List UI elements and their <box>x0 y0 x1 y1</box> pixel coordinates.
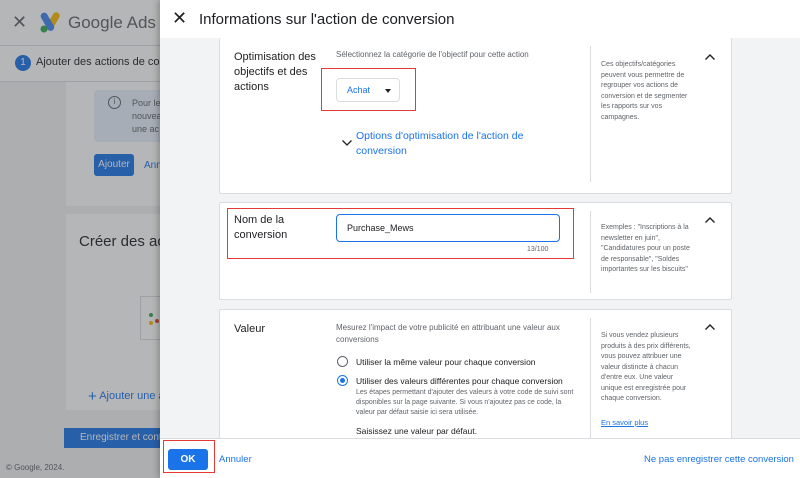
value-label: Valeur <box>234 323 265 335</box>
goal-section: Optimisation des objectifs et des action… <box>219 38 732 194</box>
name-label: Nom de la conversion <box>234 214 288 241</box>
dialog-header: ✕ Informations sur l'action de conversio… <box>160 0 800 38</box>
value-side-help: Si vous vendez plusieurs produits à des … <box>601 332 691 402</box>
same-value-radio[interactable] <box>337 356 348 367</box>
name-section: Nom de la conversion Purchase_Mews 13/10… <box>219 202 732 300</box>
default-value-label: Saisissez une valeur par défaut. <box>356 426 477 436</box>
goal-helper: Sélectionnez la catégorie de l'objectif … <box>336 50 529 59</box>
different-values-help: Les étapes permettant d'ajouter des vale… <box>356 389 574 416</box>
value-description: Mesurez l'impact de votre publicité en a… <box>336 323 560 344</box>
do-not-save-button[interactable]: Ne pas enregistrer cette conversion <box>644 454 794 465</box>
chevron-up-icon[interactable] <box>703 50 717 64</box>
chevron-up-icon[interactable] <box>703 213 717 227</box>
dropdown-arrow-icon <box>385 89 391 93</box>
character-counter: 13/100 <box>527 246 549 253</box>
input-value: Purchase_Mews <box>347 223 414 233</box>
goal-side-help: Ces objectifs/catégories peuvent vous pe… <box>601 61 688 121</box>
different-values-label[interactable]: Utiliser des valeurs différentes pour ch… <box>356 376 563 386</box>
value-section: Valeur Mesurez l'impact de votre publici… <box>219 309 732 446</box>
same-value-label[interactable]: Utiliser la même valeur pour chaque conv… <box>356 357 536 367</box>
optimization-options-link[interactable]: Options d'optimisation de l'action de co… <box>356 129 556 159</box>
conversion-details-dialog: ✕ Informations sur l'action de conversio… <box>160 0 800 478</box>
ok-button[interactable]: OK <box>168 449 208 470</box>
close-icon[interactable]: ✕ <box>172 8 187 29</box>
divider <box>590 46 591 182</box>
different-values-radio[interactable] <box>337 375 348 386</box>
divider <box>590 211 591 293</box>
chevron-up-icon[interactable] <box>703 320 717 334</box>
goal-category-select[interactable]: Achat <box>336 78 400 102</box>
chevron-down-icon[interactable] <box>341 138 353 148</box>
dialog-title: Informations sur l'action de conversion <box>199 11 455 28</box>
conversion-name-input[interactable]: Purchase_Mews <box>336 214 560 242</box>
dialog-footer: OK Annuler Ne pas enregistrer cette conv… <box>160 438 800 478</box>
cancel-button[interactable]: Annuler <box>219 454 252 465</box>
learn-more-link[interactable]: En savoir plus <box>601 418 648 427</box>
select-value: Achat <box>347 85 371 95</box>
name-side-help: Exemples : "Inscriptions à la newsletter… <box>601 224 690 273</box>
goal-label: Optimisation des objectifs et des action… <box>234 51 316 93</box>
divider <box>590 318 591 446</box>
